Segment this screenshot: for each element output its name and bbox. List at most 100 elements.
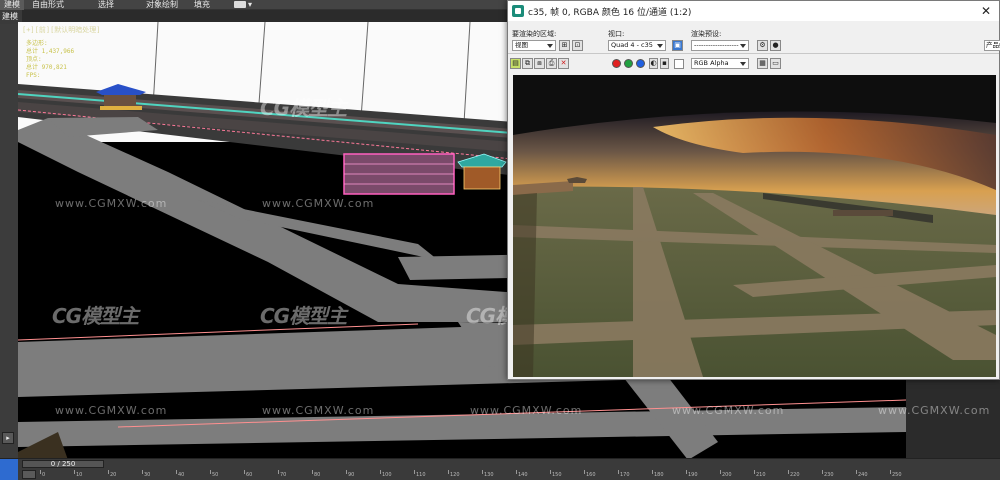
rendered-image — [513, 75, 996, 377]
ruler-tick — [312, 470, 313, 474]
ruler-tick — [40, 470, 41, 474]
ruler-number: 230 — [824, 472, 834, 478]
ruler-number: 10 — [76, 472, 83, 478]
tab-populate[interactable]: 填充 — [186, 0, 218, 10]
ruler-number: 20 — [110, 472, 117, 478]
ruler-tick — [108, 470, 109, 474]
copy-image-icon[interactable]: ⧉ — [522, 58, 533, 69]
render-window-title: c35, 帧 0, RGBA 颜色 16 位/通道 (1:2) — [528, 7, 692, 18]
edit-region-icon[interactable]: ⊞ — [559, 40, 570, 51]
ruler-tick — [550, 470, 551, 474]
mono-icon[interactable]: ▪ — [660, 58, 669, 69]
render-setup-icon[interactable]: ⚙ — [757, 40, 768, 51]
green-channel-icon[interactable] — [624, 59, 633, 68]
ruler-tick — [516, 470, 517, 474]
app-window: 建模 自由形式 选择 对象绘制 填充 ▾ 建模 ▸ [+][前][默认明暗处理]… — [0, 0, 1000, 480]
ruler-number: 80 — [314, 472, 321, 478]
ruler-tick — [448, 470, 449, 474]
ruler-number: 150 — [552, 472, 562, 478]
ruler-number: 220 — [790, 472, 800, 478]
ruler-tick — [74, 470, 75, 474]
ribbon-options-icon — [234, 1, 246, 8]
tab-freeform[interactable]: 自由形式 — [24, 0, 72, 10]
channel-select[interactable]: RGB Alpha — [691, 58, 749, 69]
environment-icon[interactable]: ● — [770, 40, 781, 51]
render-app-icon — [512, 5, 524, 17]
preset-label: 渲染预设: — [691, 30, 722, 38]
ruler-number: 40 — [178, 472, 185, 478]
print-image-icon[interactable]: ⎙ — [546, 58, 557, 69]
ruler-number: 190 — [688, 472, 698, 478]
auto-region-icon[interactable]: ⊡ — [572, 40, 583, 51]
ruler-number: 60 — [246, 472, 253, 478]
ruler-number: 170 — [620, 472, 630, 478]
building-right-model — [343, 153, 507, 195]
ruler-tick — [686, 470, 687, 474]
lock-viewport-icon[interactable]: ▣ — [672, 40, 683, 51]
ruler-number: 160 — [586, 472, 596, 478]
ruler-tick — [176, 470, 177, 474]
toggle-ui-icon[interactable]: ▦ — [757, 58, 768, 69]
product-level-button[interactable]: 产品级 — [984, 40, 1000, 51]
left-tool-strip: ▸ — [0, 24, 18, 460]
tab-selection[interactable]: 选择 — [72, 0, 122, 10]
ruler-number: 100 — [382, 472, 392, 478]
preset-select[interactable]: ------------------- — [691, 40, 749, 51]
timeline-left-tab[interactable] — [0, 459, 18, 480]
viewport-label[interactable]: [+][前][默认明暗处理] — [22, 25, 101, 35]
toggle-overlay-icon[interactable]: ▭ — [770, 58, 781, 69]
timeline-ruler[interactable]: 0 10 20 30 40 50 60 70 80 90 100 110 120 130 140 150 160… — [40, 470, 902, 480]
color-swatch-icon[interactable] — [674, 59, 684, 69]
ruler-number: 140 — [518, 472, 528, 478]
viewport-select-label: 视口: — [608, 30, 625, 38]
ruler-tick — [788, 470, 789, 474]
ruler-tick — [652, 470, 653, 474]
clear-image-icon[interactable]: ✕ — [558, 58, 569, 69]
ruler-tick — [584, 470, 585, 474]
ruler-number: 250 — [892, 472, 902, 478]
ruler-number: 0 — [42, 472, 46, 478]
viewport-stats: 多边形: 总计 1,437,966 顶点: 总计 970,821 FPS: — [26, 40, 74, 80]
toolbar-separator — [508, 53, 999, 54]
ruler-tick — [754, 470, 755, 474]
ruler-tick — [890, 470, 891, 474]
save-image-icon[interactable]: ▤ — [510, 58, 521, 69]
ruler-tick — [380, 470, 381, 474]
alpha-channel-icon[interactable]: ◐ — [649, 58, 658, 69]
ruler-tick — [414, 470, 415, 474]
tab-modeling[interactable]: 建模 — [0, 0, 24, 10]
ruler-number: 70 — [280, 472, 287, 478]
render-window-titlebar[interactable]: c35, 帧 0, RGBA 颜色 16 位/通道 (1:2) ✕ — [508, 1, 999, 21]
ribbon-options-button[interactable]: ▾ — [218, 0, 256, 10]
ruler-tick — [482, 470, 483, 474]
viewport-select[interactable]: Quad 4 - c35 — [608, 40, 666, 51]
clone-frame-icon[interactable]: ⧈ — [534, 58, 545, 69]
timeline-config-button[interactable] — [22, 470, 36, 479]
ruler-number: 30 — [144, 472, 151, 478]
red-channel-icon[interactable] — [612, 59, 621, 68]
ruler-number: 180 — [654, 472, 664, 478]
time-slider[interactable]: 0 / 250 — [22, 460, 104, 468]
area-select[interactable]: 视图 — [512, 40, 556, 51]
ruler-number: 210 — [756, 472, 766, 478]
ruler-tick — [278, 470, 279, 474]
ruler-tick — [822, 470, 823, 474]
area-label: 要渲染的区域: — [512, 30, 557, 38]
tab-object-paint[interactable]: 对象绘制 — [122, 0, 186, 10]
ruler-tick — [142, 470, 143, 474]
ruler-tick — [618, 470, 619, 474]
close-button[interactable]: ✕ — [973, 1, 999, 21]
render-frame-window: c35, 帧 0, RGBA 颜色 16 位/通道 (1:2) ✕ 要渲染的区域… — [507, 0, 1000, 380]
ruler-tick — [720, 470, 721, 474]
ruler-number: 120 — [450, 472, 460, 478]
ruler-number: 200 — [722, 472, 732, 478]
ruler-number: 50 — [212, 472, 219, 478]
blue-channel-icon[interactable] — [636, 59, 645, 68]
play-icon[interactable]: ▸ — [2, 432, 14, 444]
rendered-scene — [513, 75, 996, 377]
ruler-number: 240 — [858, 472, 868, 478]
stat-verts-total: 总计 970,821 — [26, 64, 67, 71]
ruler-number: 110 — [416, 472, 426, 478]
ruler-tick — [856, 470, 857, 474]
stat-polys-total: 总计 1,437,966 — [26, 48, 75, 55]
